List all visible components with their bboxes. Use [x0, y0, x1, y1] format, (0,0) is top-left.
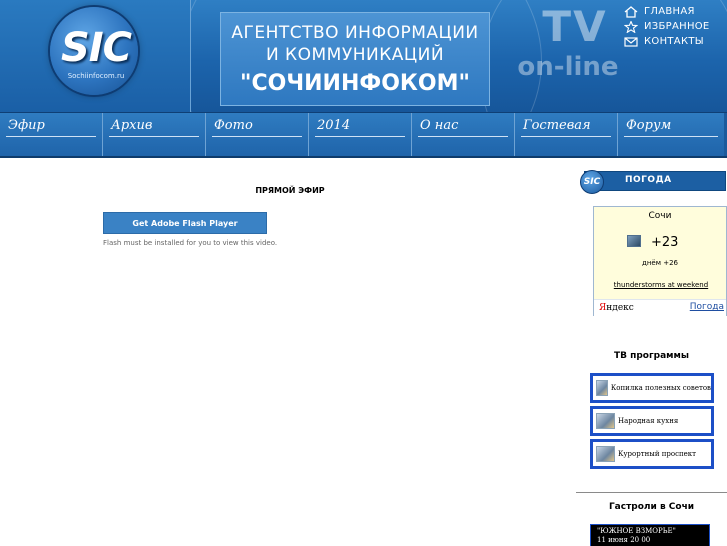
- link-contacts[interactable]: КОНТАКТЫ: [624, 34, 710, 49]
- tour-date: 11 июня 20 00: [597, 536, 651, 544]
- logo-text: SIC: [60, 25, 132, 71]
- nav-underline: [6, 136, 96, 137]
- yandex-logo-rest: ндекс: [606, 303, 634, 313]
- online-label: on-line: [517, 52, 619, 82]
- tv-program-label: Курортный проспект: [618, 450, 697, 458]
- sidebar-divider: [576, 492, 727, 493]
- link-home[interactable]: ГЛАВНАЯ: [624, 4, 710, 19]
- nav-item-label: Эфир: [8, 118, 45, 133]
- star-icon: [624, 20, 638, 33]
- nav-item-guestbook[interactable]: Гостевая: [515, 113, 618, 156]
- weather-city: Сочи: [648, 211, 672, 221]
- tour-banner[interactable]: "ЮЖНОЕ ВЗМОРЬЕ" 11 июня 20 00: [590, 524, 710, 546]
- tv-program-item[interactable]: Курортный проспект: [590, 439, 714, 469]
- flash-required-note: Flash must be installed for you to view …: [103, 239, 278, 247]
- nav-item-air[interactable]: Эфир: [0, 113, 103, 156]
- nav-item-label: Форум: [626, 118, 672, 133]
- link-favorites-label: ИЗБРАННОЕ: [644, 21, 710, 32]
- link-favorites[interactable]: ИЗБРАННОЕ: [624, 19, 710, 34]
- right-sidebar: SIC ПОГОДА Сочи +23 днём +26 thunderstor…: [576, 157, 727, 546]
- link-home-label: ГЛАВНАЯ: [644, 6, 695, 17]
- weather-link[interactable]: Погода: [690, 302, 724, 312]
- nav-underline: [109, 136, 199, 137]
- tv-programs-heading: ТВ программы: [613, 351, 690, 361]
- nav-underline: [315, 136, 405, 137]
- agency-title-line2: И КОММУНИКАЦИЙ: [265, 45, 445, 65]
- weather-description-link[interactable]: thunderstorms at weekend: [608, 280, 714, 290]
- weather-widget: Сочи +23 днём +26 thunderstorms at weeke…: [593, 206, 727, 316]
- nav-item-archive[interactable]: Архив: [103, 113, 206, 156]
- home-icon: [624, 5, 638, 18]
- tv-program-thumbnail: [596, 446, 615, 462]
- agency-name: "СОЧИИНФОКОМ": [240, 71, 470, 96]
- get-flash-player-button[interactable]: Get Adobe Flash Player: [103, 212, 267, 234]
- logo-url: Sochiinfocom.ru: [67, 72, 125, 80]
- site-header: SIC Sochiinfocom.ru АГЕНТСТВО ИНФОРМАЦИИ…: [0, 0, 727, 112]
- nav-item-label: Архив: [111, 118, 153, 133]
- tv-program-item[interactable]: Народная кухня: [590, 406, 714, 436]
- tv-program-label: Народная кухня: [618, 417, 679, 425]
- nav-underline: [624, 136, 718, 137]
- link-contacts-label: КОНТАКТЫ: [644, 36, 704, 47]
- weather-day-temp: днём +26: [641, 259, 678, 267]
- agency-title-panel: АГЕНТСТВО ИНФОРМАЦИИ И КОММУНИКАЦИЙ "СОЧ…: [220, 12, 490, 106]
- tv-program-item[interactable]: Копилка полезных советов: [590, 373, 714, 403]
- logo-panel: SIC Sochiinfocom.ru: [0, 0, 191, 112]
- top-links: ГЛАВНАЯ ИЗБРАННОЕ КОНТАКТЫ: [624, 4, 710, 49]
- tours-heading: Гастроли в Сочи: [608, 502, 695, 512]
- tv-program-thumbnail: [596, 413, 615, 429]
- mail-icon: [624, 36, 638, 47]
- tv-program-thumbnail: [596, 380, 608, 396]
- tv-program-label: Копилка полезных советов: [610, 384, 711, 392]
- weather-footer: Яндекс Погода: [594, 299, 726, 316]
- nav-item-about[interactable]: О нас: [412, 113, 515, 156]
- tv-label: TV: [542, 2, 608, 51]
- nav-item-label: О нас: [420, 118, 459, 133]
- tour-name: "ЮЖНОЕ ВЗМОРЬЕ": [597, 527, 676, 535]
- weather-logo: SIC: [580, 170, 604, 194]
- weather-temperature: +23: [651, 235, 679, 250]
- nav-item-label: 2014: [317, 118, 351, 133]
- main-nav: Эфир Архив Фото 2014 О нас Гостевая Фору…: [0, 112, 727, 158]
- agency-title-line1: АГЕНТСТВО ИНФОРМАЦИИ: [231, 23, 479, 43]
- weather-cloud-icon: [627, 235, 641, 247]
- nav-item-photo[interactable]: Фото: [206, 113, 309, 156]
- nav-item-label: Гостевая: [523, 118, 591, 133]
- nav-underline: [521, 136, 611, 137]
- nav-item-label: Фото: [214, 118, 253, 133]
- live-broadcast-title: ПРЯМОЙ ЭФИР: [255, 186, 325, 195]
- nav-item-2014[interactable]: 2014: [309, 113, 412, 156]
- weather-header: ПОГОДА: [584, 171, 726, 191]
- nav-item-forum[interactable]: Форум: [618, 113, 724, 156]
- yandex-logo[interactable]: Яндекс: [599, 303, 634, 313]
- nav-underline: [418, 136, 508, 137]
- weather-header-label: ПОГОДА: [625, 175, 672, 185]
- nav-underline: [212, 136, 302, 137]
